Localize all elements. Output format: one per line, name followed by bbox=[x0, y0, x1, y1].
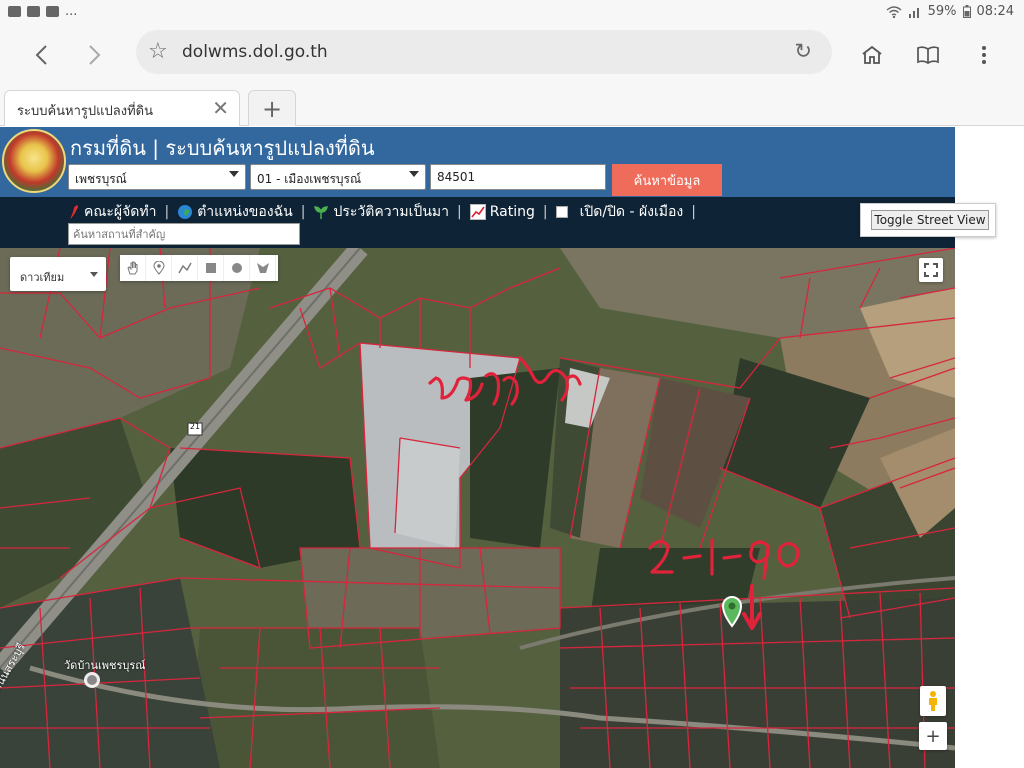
department-logo bbox=[2, 129, 66, 193]
search-button[interactable]: ค้นหาข้อมูล bbox=[612, 164, 722, 196]
menu-item-rating[interactable]: Rating bbox=[469, 204, 535, 220]
menu-button[interactable] bbox=[967, 38, 1001, 72]
map-layer-select[interactable]: ดาวเทียม bbox=[10, 257, 106, 291]
site-header: กรมที่ดิน | ระบบค้นหารูปแปลงที่ดิน เพชรบ… bbox=[0, 127, 955, 197]
zoom-in-button[interactable]: + bbox=[919, 722, 947, 750]
new-tab-button[interactable]: + bbox=[248, 90, 296, 126]
tab-active[interactable]: ระบบค้นหารูปแปลงที่ดิน ✕ bbox=[4, 90, 240, 126]
menu-label: Rating bbox=[489, 204, 535, 220]
sprout-icon bbox=[314, 206, 329, 219]
browser-toolbar: ☆ dolwms.dol.go.th ↻ bbox=[0, 26, 1024, 84]
pegman-icon bbox=[929, 691, 937, 711]
home-button[interactable] bbox=[855, 38, 889, 72]
notification-icon bbox=[8, 6, 21, 17]
menu-separator: | bbox=[300, 204, 306, 220]
forward-arrow-icon bbox=[89, 45, 101, 65]
reload-icon[interactable]: ↻ bbox=[794, 39, 812, 63]
place-search-input[interactable] bbox=[68, 223, 300, 245]
chevron-down-icon bbox=[229, 171, 239, 177]
tab-strip: ระบบค้นหารูปแปลงที่ดิน ✕ + bbox=[0, 84, 1024, 126]
image-icon bbox=[46, 6, 59, 17]
city-plan-checkbox[interactable] bbox=[555, 206, 568, 218]
reader-button[interactable] bbox=[911, 38, 945, 72]
menu-label: ประวัติความเป็นมา bbox=[333, 204, 449, 220]
more-vertical-icon bbox=[982, 46, 986, 64]
home-icon bbox=[862, 45, 882, 64]
menu-label: ตำแหน่งของฉัน bbox=[197, 204, 293, 220]
menu-separator: | bbox=[164, 204, 170, 220]
district-value: 01 - เมืองเพชรบุรณ์ bbox=[257, 172, 362, 186]
battery-percent: 59% bbox=[927, 4, 957, 19]
status-right: 59% 08:24 bbox=[886, 4, 1014, 19]
menu-item-credits[interactable]: คณะผู้จัดทำ bbox=[68, 201, 156, 223]
wifi-icon bbox=[886, 5, 902, 18]
menu-items: คณะผู้จัดทำ | ตำแหน่งของฉัน | ประวัติควา… bbox=[68, 201, 700, 223]
map-pin-icon[interactable] bbox=[146, 255, 172, 281]
province-select[interactable]: เพชรบุรณ์ bbox=[68, 164, 246, 190]
fullscreen-button[interactable] bbox=[919, 258, 943, 282]
circle-icon[interactable] bbox=[224, 255, 250, 281]
menu-item-history[interactable]: ประวัติความเป็นมา bbox=[313, 201, 449, 223]
url-bar[interactable]: ☆ dolwms.dol.go.th ↻ bbox=[136, 30, 832, 74]
street-view-pegman[interactable] bbox=[920, 686, 946, 716]
menu-item-my-location[interactable]: ตำแหน่งของฉัน bbox=[177, 201, 293, 223]
menu-item-city-plan-toggle[interactable]: เปิด/ปิด - ผังเมือง bbox=[555, 201, 684, 223]
parcel-number-input[interactable] bbox=[430, 164, 606, 190]
satellite-map[interactable]: 21 วัดบ้านเพชรบุรณ์ ถนนสระบุรี ดาวเทียม bbox=[0, 248, 955, 768]
district-select[interactable]: 01 - เมืองเพชรบุรณ์ bbox=[250, 164, 426, 190]
province-value: เพชรบุรณ์ bbox=[75, 172, 127, 186]
red-pepper-icon bbox=[70, 205, 78, 219]
back-button[interactable] bbox=[22, 36, 60, 74]
toggle-street-view-button[interactable]: Toggle Street View bbox=[871, 210, 989, 230]
fullscreen-icon bbox=[924, 263, 938, 277]
chevron-down-icon bbox=[409, 171, 419, 177]
bookmark-star-icon[interactable]: ☆ bbox=[148, 39, 168, 64]
battery-icon bbox=[962, 5, 971, 18]
chevron-down-icon bbox=[90, 272, 98, 277]
notification-more: ... bbox=[65, 4, 78, 19]
tab-title: ระบบค้นหารูปแปลงที่ดิน bbox=[17, 104, 153, 119]
menu-separator: | bbox=[542, 204, 548, 220]
rectangle-icon[interactable] bbox=[198, 255, 224, 281]
menu-separator: | bbox=[456, 204, 462, 220]
drawing-toolbar bbox=[120, 255, 278, 281]
map-imagery bbox=[0, 248, 955, 768]
street-view-control: Toggle Street View bbox=[860, 203, 996, 237]
close-tab-icon[interactable]: ✕ bbox=[212, 96, 229, 120]
signal-icon bbox=[908, 7, 919, 18]
globe-icon bbox=[178, 205, 193, 219]
mail-icon bbox=[27, 6, 40, 17]
book-icon bbox=[917, 46, 939, 64]
hand-pan-icon[interactable] bbox=[120, 255, 146, 281]
notification-icons: ... bbox=[8, 4, 77, 19]
clock: 08:24 bbox=[976, 4, 1014, 19]
url-text[interactable]: dolwms.dol.go.th bbox=[182, 42, 328, 62]
chart-icon bbox=[469, 204, 486, 220]
menu-label: คณะผู้จัดทำ bbox=[84, 204, 157, 220]
menu-label: เปิด/ปิด - ผังเมือง bbox=[579, 204, 684, 220]
device-screen: ... 59% 08:24 ☆ dolwms.dol.go.th ↻ ระบบค… bbox=[0, 0, 1024, 768]
menu-bar: คณะผู้จัดทำ | ตำแหน่งของฉัน | ประวัติควา… bbox=[0, 197, 955, 248]
forward-button[interactable] bbox=[76, 36, 114, 74]
map-layer-value: ดาวเทียม bbox=[20, 271, 65, 284]
back-arrow-icon bbox=[35, 45, 47, 65]
status-bar: ... 59% 08:24 bbox=[0, 0, 1024, 26]
landmark-label: วัดบ้านเพชรบุรณ์ bbox=[64, 659, 146, 672]
menu-separator: | bbox=[691, 204, 696, 220]
polyline-icon[interactable] bbox=[172, 255, 198, 281]
page-title: กรมที่ดิน | ระบบค้นหารูปแปลงที่ดิน bbox=[70, 136, 375, 160]
route-shield: 21 bbox=[189, 422, 201, 431]
polygon-icon[interactable] bbox=[250, 255, 276, 281]
